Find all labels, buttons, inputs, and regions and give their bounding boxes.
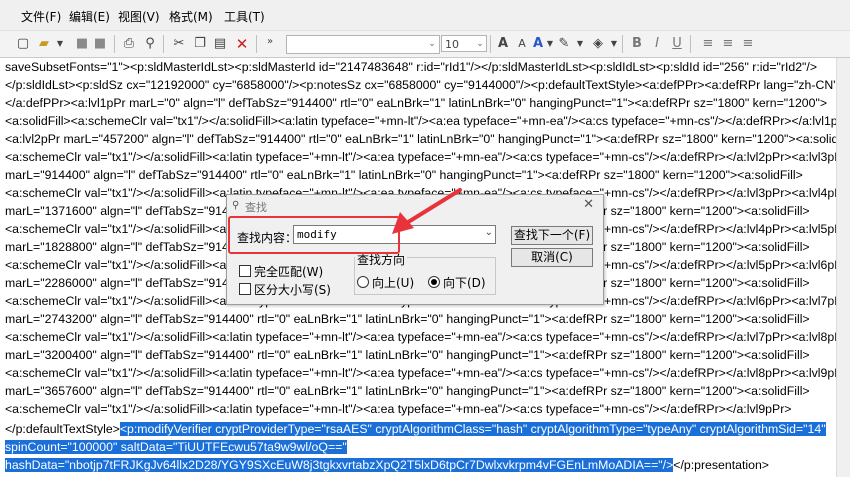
- save-all-icon[interactable]: ■: [92, 36, 108, 52]
- editor-line: marL="2743200" algn="l" defTabSz="914400…: [5, 312, 810, 326]
- font-grow-icon[interactable]: A: [495, 36, 511, 52]
- toolbar-separator: [490, 35, 491, 53]
- paint-bucket-icon[interactable]: ◈: [590, 36, 606, 52]
- font-size-value: 10: [445, 38, 459, 51]
- search-icon: ⚲: [232, 200, 240, 211]
- dialog-title: 查找: [245, 201, 267, 214]
- save-icon[interactable]: ■: [74, 36, 90, 52]
- editor-line: <a:schemeClr val="tx1"/></a:solidFill><a…: [5, 150, 836, 164]
- direction-down-label: 向下(D): [443, 276, 486, 290]
- menu-bar: 文件(F) 编辑(E) 视图(V) 格式(M) 工具(T): [0, 0, 850, 31]
- underline-icon[interactable]: U: [669, 36, 685, 52]
- highlight-dropdown-icon[interactable]: ▼: [572, 36, 588, 52]
- toolbar-separator: [163, 35, 164, 53]
- highlight-icon[interactable]: ✎: [556, 36, 572, 52]
- editor-line: <a:solidFill><a:schemeClr val="tx1"/></a…: [5, 114, 836, 128]
- match-case-checkbox[interactable]: 区分大小写(S): [239, 281, 331, 298]
- align-center-icon[interactable]: ≡: [720, 36, 736, 52]
- editor-line: <a:schemeClr val="tx1"/></a:solidFill><a…: [5, 402, 792, 416]
- toolbar-separator: [622, 35, 623, 53]
- editor-line: saveSubsetFonts="1"><p:sldMasterIdLst><p…: [5, 60, 818, 74]
- annotation-highlight-box: [228, 216, 400, 254]
- italic-icon[interactable]: I: [649, 36, 665, 52]
- new-file-icon[interactable]: ▢: [15, 36, 31, 52]
- editor-line: marL="3657600" algn="l" defTabSz="914400…: [5, 384, 810, 398]
- direction-up-radio[interactable]: 向上(U): [357, 274, 414, 291]
- editor-line: marL="3200400" algn="l" defTabSz="914400…: [5, 348, 810, 362]
- editor-line: <a:schemeClr val="tx1"/></a:solidFill><a…: [5, 330, 836, 344]
- radio-circle-selected[interactable]: [428, 276, 440, 288]
- align-left-icon[interactable]: ≡: [700, 36, 716, 52]
- editor-text-selected: <p:modifyVerifier cryptProviderType="rsa…: [119, 422, 826, 436]
- copy-icon[interactable]: ❐: [192, 36, 208, 52]
- menu-edit[interactable]: 编辑(E): [69, 8, 110, 25]
- checkbox-box[interactable]: [239, 265, 251, 277]
- direction-down-radio[interactable]: 向下(D): [428, 274, 486, 291]
- editor-text-plain: </p:presentation>: [673, 458, 769, 472]
- find-icon[interactable]: ⚲: [142, 36, 158, 52]
- editor-line: spinCount="100000" saltData="TiUUTFEcwu5…: [5, 438, 347, 456]
- cut-icon[interactable]: ✂: [171, 36, 187, 52]
- align-right-icon[interactable]: ≡: [740, 36, 756, 52]
- close-icon[interactable]: ✕: [583, 197, 594, 212]
- toolbar-separator: [256, 35, 257, 53]
- menu-format[interactable]: 格式(M): [169, 8, 213, 25]
- chevron-down-icon[interactable]: ⌄: [474, 36, 486, 53]
- vertical-scrollbar[interactable]: [836, 58, 850, 477]
- font-size-combo[interactable]: 10 ⌄: [441, 35, 487, 52]
- chevron-down-icon[interactable]: ⌄: [485, 227, 493, 238]
- delete-icon[interactable]: ✕: [234, 36, 250, 52]
- checkbox-box[interactable]: [239, 283, 251, 295]
- menu-file[interactable]: 文件(F): [21, 8, 61, 25]
- menu-tools[interactable]: 工具(T): [224, 8, 265, 25]
- bold-icon[interactable]: B: [629, 36, 645, 52]
- match-whole-checkbox[interactable]: 完全匹配(W): [239, 263, 323, 280]
- editor-line: </a:defPPr><a:lvl1pPr marL="0" algn="l" …: [5, 96, 828, 110]
- direction-up-label: 向上(U): [372, 276, 415, 290]
- font-name-combo[interactable]: ⌄: [286, 35, 440, 54]
- match-case-label: 区分大小写(S): [254, 283, 331, 297]
- menu-view[interactable]: 视图(V): [118, 8, 160, 25]
- font-shrink-icon[interactable]: A: [514, 36, 530, 52]
- cancel-button[interactable]: 取消(C): [511, 248, 593, 267]
- editor-line: hashData="nbotjp7tFRJKgJv64llx2D28/YGY9S…: [5, 456, 769, 474]
- toolbar-separator: [114, 35, 115, 53]
- editor-text-selected: spinCount="100000" saltData="TiUUTFEcwu5…: [5, 440, 347, 454]
- match-whole-label: 完全匹配(W): [254, 265, 324, 279]
- toolbar-separator: [690, 35, 691, 53]
- fill-dropdown-icon[interactable]: ▼: [606, 36, 622, 52]
- toolbar: ▢ ▰ ▼ ■ ■ ⎙ ⚲ ✂ ❐ ▤ ✕ » ⌄ 10 ⌄ A A A ▼ ✎…: [0, 31, 850, 58]
- radio-circle[interactable]: [357, 276, 369, 288]
- open-folder-icon[interactable]: ▰: [36, 36, 52, 52]
- editor-line: <a:schemeClr val="tx1"/></a:solidFill><a…: [5, 366, 836, 380]
- find-next-button[interactable]: 查找下一个(F): [511, 226, 593, 245]
- editor-line: <a:lvl2pPr marL="457200" algn="l" defTab…: [5, 132, 836, 146]
- annotation-arrow-icon: [392, 188, 462, 234]
- print-icon[interactable]: ⎙: [121, 36, 137, 52]
- editor-text-selected: hashData="nbotjp7tFRJKgJv64llx2D28/YGY9S…: [5, 458, 674, 472]
- overflow-chevron-icon[interactable]: »: [262, 34, 278, 50]
- open-dropdown-icon[interactable]: ▼: [52, 36, 68, 52]
- paste-icon[interactable]: ▤: [212, 36, 228, 52]
- editor-text-plain: </p:defaultTextStyle>: [5, 422, 120, 436]
- editor-line: </p:sldIdLst><p:sldSz cx="12192000" cy="…: [5, 78, 836, 92]
- editor-line: </p:defaultTextStyle><p:modifyVerifier c…: [5, 420, 826, 438]
- chevron-down-icon[interactable]: ⌄: [425, 36, 439, 53]
